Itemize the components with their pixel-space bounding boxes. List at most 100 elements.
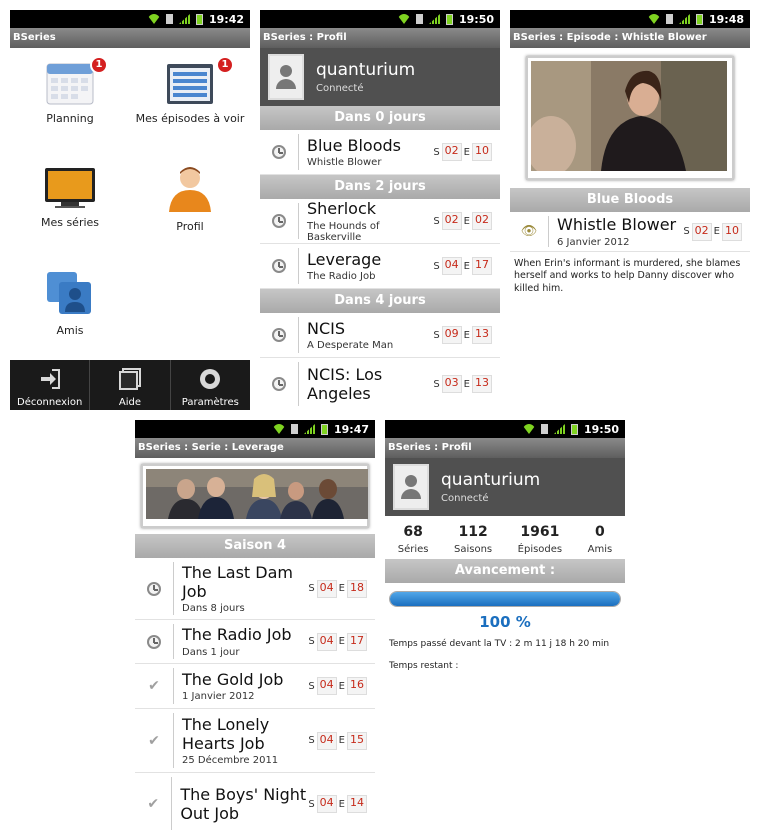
- home-item-planning[interactable]: 1 Planning: [10, 48, 130, 152]
- home-item-my-series[interactable]: Mes séries: [10, 152, 130, 256]
- season-number: 04: [441, 257, 462, 275]
- episode-image: [526, 56, 734, 180]
- home-item-label: Mes épisodes à voir: [135, 112, 245, 125]
- season-number: 02: [691, 222, 712, 241]
- stat-seasons: 112 Saisons: [454, 524, 493, 555]
- home-item-episodes[interactable]: 1 Mes épisodes à voir: [130, 48, 250, 152]
- season-number: 02: [441, 143, 462, 161]
- toolbar-label: Paramètres: [181, 397, 239, 408]
- season-episode: S 04 E 18: [308, 579, 375, 598]
- list-item[interactable]: Leverage The Radio Job S 04 E 17: [260, 244, 500, 289]
- settings-button[interactable]: Paramètres: [171, 360, 250, 410]
- app-title: BSeries : Profil: [260, 28, 500, 48]
- season-number: 04: [316, 731, 337, 750]
- list-item[interactable]: The Radio Job Dans 1 jour S 04 E 17: [135, 620, 375, 664]
- battery-icon: [695, 13, 703, 25]
- tv-time: Temps passé devant la TV : 2 m 11 j 18 h…: [389, 639, 610, 649]
- username: quanturium: [441, 470, 541, 490]
- list-item[interactable]: The Last Dam Job Dans 8 jours S 04 E 18: [135, 558, 375, 620]
- status-bar: 19:50: [385, 420, 625, 438]
- season-number: 02: [441, 212, 462, 230]
- home-item-profile[interactable]: Profil: [130, 152, 250, 256]
- season-episode: S 02 E 10: [683, 222, 750, 241]
- list-item[interactable]: ✔ The Boys' Night Out Job S 04 E 14: [135, 773, 375, 830]
- sd-card-icon: [290, 424, 298, 434]
- wifi-icon: [272, 424, 285, 434]
- stat-friends: 0 Amis: [587, 524, 613, 555]
- clock-time: 19:50: [458, 12, 494, 26]
- wifi-icon: [647, 14, 660, 24]
- progress-fill: [390, 592, 620, 606]
- sd-card-icon: [165, 14, 173, 24]
- list-item[interactable]: Sherlock The Hounds of Baskerville S 02 E…: [260, 199, 500, 244]
- logout-icon: [40, 369, 60, 389]
- list-item[interactable]: ✔ The Lonely Hearts Job 25 Décembre 2011…: [135, 709, 375, 773]
- battery-icon: [320, 423, 328, 435]
- season-number: 09: [441, 326, 462, 344]
- season-episode: S 04 E 17: [433, 257, 500, 275]
- logout-button[interactable]: Déconnexion: [10, 360, 91, 410]
- wifi-icon: [147, 14, 160, 24]
- home-item-friends[interactable]: Amis: [10, 256, 130, 348]
- episode-title: The Gold Job: [182, 669, 284, 689]
- tv-icon: [45, 168, 95, 208]
- wifi-icon: [522, 424, 535, 434]
- list-item[interactable]: NCIS A Desperate Man S 09 E 13: [260, 313, 500, 358]
- list-item[interactable]: ✔ The Gold Job 1 Janvier 2012 S 04 E 16: [135, 664, 375, 709]
- episode-number: 14: [347, 795, 367, 813]
- home-grid: 1 Planning 1 Mes épisodes à voir Mes sér…: [10, 48, 250, 348]
- profile-header: quanturium Connecté: [385, 458, 625, 516]
- clock-time: 19:48: [708, 12, 744, 26]
- season-episode: S 09 E 13: [433, 326, 500, 344]
- stats-row: 68 Séries 112 Saisons 1961 Épisodes 0 Am…: [385, 516, 625, 559]
- air-date: Dans 1 jour: [182, 646, 240, 658]
- episode-number: 13: [472, 375, 492, 393]
- avatar: [268, 54, 304, 100]
- show-title: Blue Bloods: [307, 135, 401, 155]
- episode-title: The Boys' Night Out Job: [180, 784, 307, 823]
- checkmark-icon: ✔: [148, 732, 160, 749]
- notification-badge: 1: [216, 56, 234, 74]
- screen-profile-schedule: 19:50 BSeries : Profil quanturium Connec…: [260, 10, 500, 410]
- app-title: BSeries: [10, 28, 250, 48]
- screen-serie: 19:47 BSeries : Serie : Leverage Saison …: [135, 420, 375, 830]
- progress-percent: 100 %: [479, 613, 531, 631]
- friends-icon: [47, 272, 91, 314]
- home-item-label: Mes séries: [40, 216, 100, 229]
- section-header: Dans 4 jours: [260, 289, 500, 313]
- connection-status: Connecté: [316, 83, 364, 94]
- wifi-icon: [397, 14, 410, 24]
- season-episode: S 04 E 15: [308, 731, 375, 750]
- section-header: Dans 0 jours: [260, 106, 500, 130]
- section-header: Blue Bloods: [510, 188, 750, 212]
- episode-title: A Desperate Man: [307, 340, 394, 352]
- air-date: 1 Janvier 2012: [182, 691, 255, 703]
- list-item[interactable]: Blue Bloods Whistle Blower S 02 E 10: [260, 130, 500, 175]
- toolbar-label: Déconnexion: [17, 397, 83, 408]
- air-date: Dans 8 jours: [182, 603, 245, 615]
- episodes-list-icon: [167, 64, 213, 104]
- stat-episodes: 1961 Épisodes: [517, 524, 563, 555]
- clock-time: 19:50: [583, 422, 619, 436]
- episode-title: The Radio Job: [182, 625, 292, 645]
- episode-number: 18: [347, 579, 367, 598]
- home-item-label: Amis: [56, 324, 84, 337]
- clock-time: 19:47: [333, 422, 369, 436]
- episode-number: 13: [472, 326, 492, 344]
- signal-icon: [178, 14, 190, 24]
- clock-time: 19:42: [208, 12, 244, 26]
- episode-number: 17: [347, 632, 367, 651]
- list-item[interactable]: NCIS: Los Angeles S 03 E 13: [260, 358, 500, 410]
- battery-icon: [570, 423, 578, 435]
- season-number: 04: [316, 677, 337, 695]
- help-button[interactable]: Aide: [90, 360, 171, 410]
- signal-icon: [428, 14, 440, 24]
- season-number: 03: [441, 375, 462, 393]
- user-icon: [169, 167, 211, 212]
- notification-badge: 1: [90, 56, 108, 74]
- episode-number: 15: [347, 731, 367, 750]
- episode-title: Whistle Blower: [307, 157, 382, 169]
- season-episode: S 02 E 10: [433, 143, 500, 161]
- clock-icon: [272, 145, 286, 159]
- help-icon: [118, 368, 141, 390]
